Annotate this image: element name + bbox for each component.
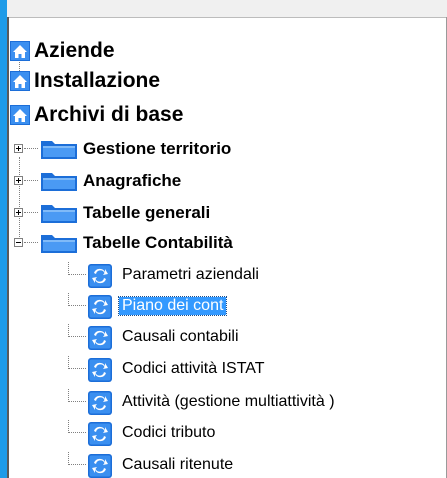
tree-item-parametri-aziendali[interactable]: Parametri aziendali [7,262,447,288]
program-icon [88,295,112,319]
tree-item-causali-ritenute[interactable]: Causali ritenute [7,452,447,478]
tree-node-gestione-territorio[interactable]: Gestione territorio [7,136,447,162]
folder-icon [41,173,77,191]
tree-label: Causali contabili [122,328,239,345]
tree-node-anagrafiche[interactable]: Anagrafiche [7,168,447,194]
tree-item-codici-attivita-istat[interactable]: Codici attività ISTAT [7,356,447,382]
home-folder-icon [10,71,30,91]
tree-label: Codici attività ISTAT [122,360,265,377]
tree-connector [24,148,38,149]
tree-label: Gestione territorio [83,139,232,158]
tree-connector [68,336,86,337]
tree-label: Tabelle generali [83,203,211,222]
tree-label: Attività (gestione multiattività ) [122,393,335,410]
home-folder-icon [10,105,30,125]
tree-connector [68,401,86,402]
tree-label: Anagrafiche [83,171,182,190]
menu-tree: Aziende Installazione Archivi di base Ge… [7,0,447,478]
expand-plus-icon[interactable] [14,176,23,185]
program-icon [88,422,112,446]
tree-connector [68,368,86,369]
tree-node-aziende[interactable]: Aziende [7,38,447,64]
program-icon [88,391,112,415]
tree-node-archivi-di-base[interactable]: Archivi di base [7,102,447,128]
tree-label: Installazione [34,69,161,92]
expand-plus-icon[interactable] [14,144,23,153]
expand-plus-icon[interactable] [14,208,23,217]
tree-item-attivita-gestione-multiattivita[interactable]: Attività (gestione multiattività ) [7,389,447,415]
tree-panel: Aziende Installazione Archivi di base Ge… [7,0,447,478]
tree-connector [24,212,38,213]
tree-connector [24,180,38,181]
folder-icon [41,141,77,159]
tree-label: Parametri aziendali [122,266,259,283]
program-icon [88,264,112,288]
tree-connector [24,242,38,243]
collapse-minus-icon[interactable] [14,238,23,247]
tree-node-installazione[interactable]: Installazione [7,68,447,94]
program-icon [88,358,112,382]
tree-item-causali-contabili[interactable]: Causali contabili [7,324,447,350]
tree-connector [68,432,86,433]
folder-icon [41,235,77,253]
tree-label: Aziende [34,39,115,62]
tree-connector [68,274,86,275]
folder-icon [41,205,77,223]
tree-label: Causali ritenute [122,456,234,473]
tree-label: Archivi di base [34,103,184,126]
tree-label: Codici tributo [122,424,216,441]
tree-node-tabelle-contabilita[interactable]: Tabelle Contabilità [7,230,447,256]
tree-connector [68,464,86,465]
program-icon [88,326,112,350]
tree-connector [68,305,86,306]
tree-node-tabelle-generali[interactable]: Tabelle generali [7,200,447,226]
home-folder-icon [10,41,30,61]
tree-item-piano-dei-conti[interactable]: Piano dei cont [7,293,447,319]
program-icon [88,454,112,478]
tree-item-codici-tributo[interactable]: Codici tributo [7,420,447,446]
tree-label-selected: Piano dei cont [117,296,228,316]
tree-label: Tabelle Contabilità [83,233,233,252]
